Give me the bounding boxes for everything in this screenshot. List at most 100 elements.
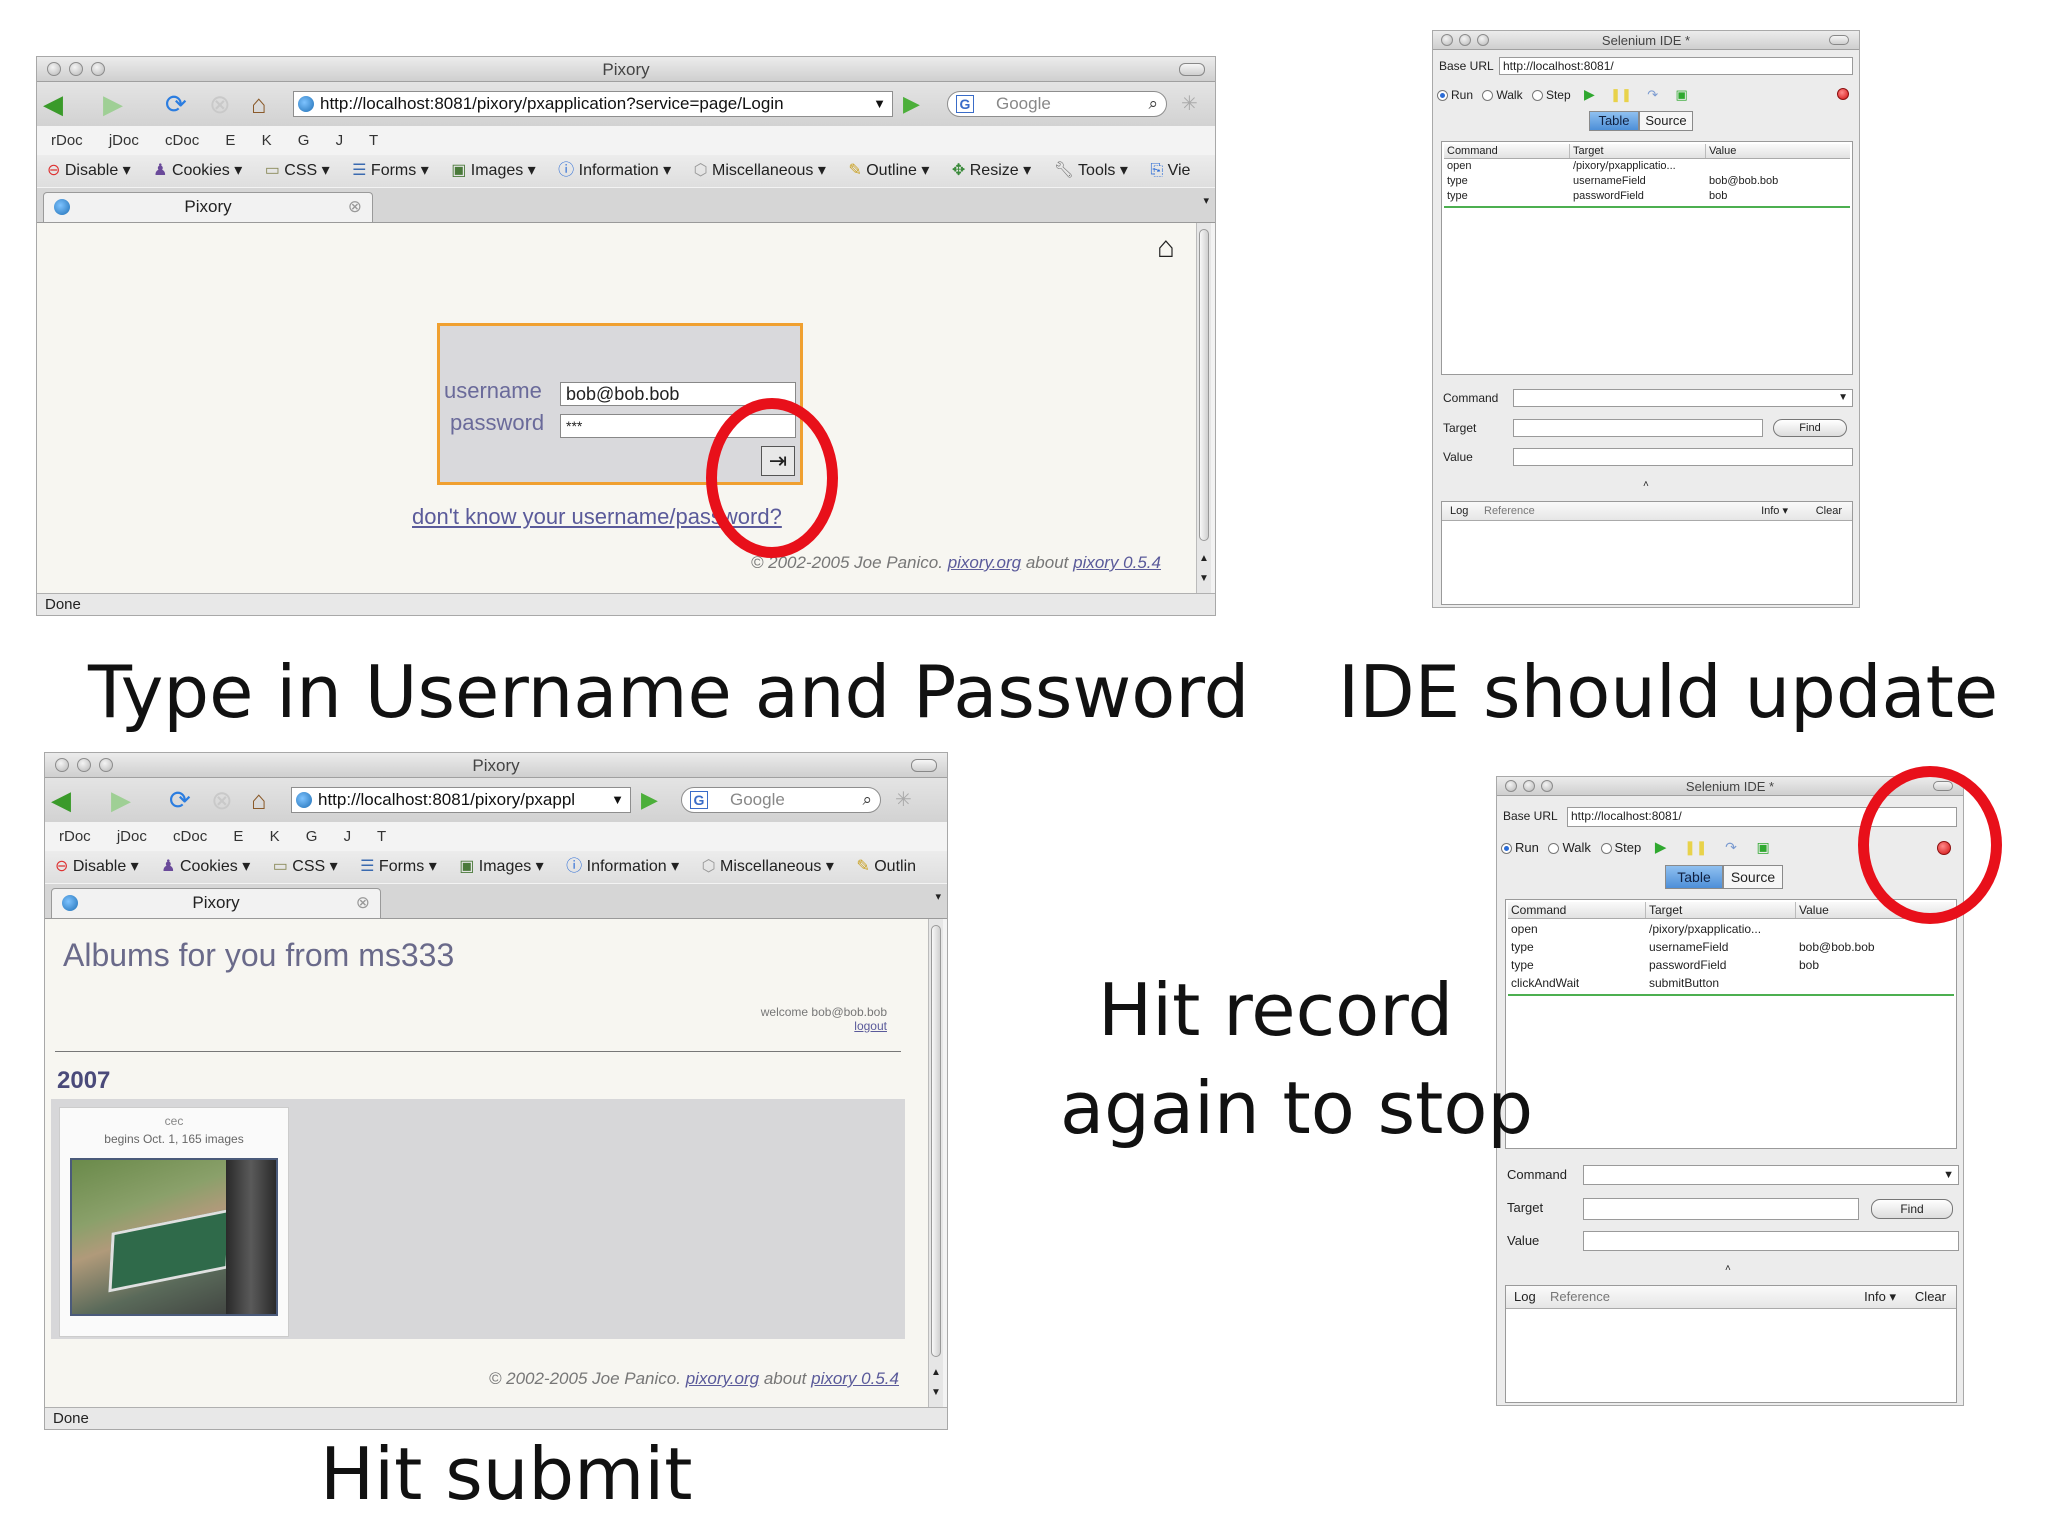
bookmark-g[interactable]: G — [306, 828, 318, 845]
wd-tools-menu[interactable]: 🔧︎ Tools ▾ — [1054, 162, 1128, 179]
google-engine-icon[interactable]: G — [956, 95, 974, 113]
scroll-down-icon[interactable]: ▼ — [931, 1387, 941, 1398]
command-dropdown-icon[interactable]: ▼ — [1943, 1167, 1954, 1183]
wd-resize-menu[interactable]: ✥ Resize ▾ — [952, 162, 1031, 179]
toolbar-toggle-icon[interactable] — [1179, 63, 1205, 76]
search-field[interactable]: G Google ⌕ — [947, 91, 1167, 117]
step-radio[interactable]: Step — [1531, 88, 1571, 102]
pause-icon[interactable]: ❚❚ — [1610, 87, 1632, 102]
go-icon[interactable]: ▶ — [641, 786, 658, 814]
command-row[interactable]: clickAndWait submitButton — [1508, 974, 1954, 992]
wd-cookies-menu[interactable]: ♟ Cookies ▾ — [161, 858, 250, 875]
forward-icon[interactable]: ▶ — [103, 90, 123, 118]
magnifier-icon[interactable]: ⌕ — [1148, 92, 1158, 116]
stop-icon[interactable]: ⊗ — [211, 786, 233, 814]
command-table[interactable]: Command Target Value open /pixory/pxappl… — [1505, 899, 1957, 1149]
scroll-up-icon[interactable]: ▲ — [931, 1367, 941, 1378]
info-menu[interactable]: Info ▾ — [1864, 1286, 1896, 1308]
step-radio[interactable]: Step — [1600, 840, 1641, 855]
wd-forms-menu[interactable]: ☰ Forms ▾ — [360, 858, 437, 875]
bookmark-rdoc[interactable]: rDoc — [51, 132, 83, 149]
home-icon[interactable]: ⌂ — [251, 90, 267, 118]
forward-icon[interactable]: ▶ — [111, 786, 131, 814]
url-field[interactable]: http://localhost:8081/pixory/pxapplicati… — [293, 91, 893, 117]
back-icon[interactable]: ◀ — [51, 786, 71, 814]
bookmark-cdoc[interactable]: cDoc — [173, 828, 207, 845]
step-into-icon[interactable]: ↷ — [1725, 839, 1737, 855]
bookmark-k[interactable]: K — [262, 132, 272, 149]
target-input[interactable] — [1583, 1198, 1859, 1220]
bookmark-jdoc[interactable]: jDoc — [109, 132, 139, 149]
log-tab[interactable]: Log — [1514, 1286, 1536, 1308]
tab-table[interactable]: Table — [1665, 865, 1723, 889]
wd-css-menu[interactable]: ▭ CSS ▾ — [273, 858, 338, 875]
tab-list-icon[interactable]: ▾ — [1203, 194, 1209, 207]
bookmark-e[interactable]: E — [233, 828, 243, 845]
wd-images-menu[interactable]: ▣ Images ▾ — [459, 858, 544, 875]
command-row[interactable]: type passwordField bob — [1508, 956, 1954, 974]
value-input[interactable] — [1583, 1231, 1959, 1251]
magnifier-icon[interactable]: ⌕ — [862, 788, 872, 812]
vertical-scrollbar[interactable]: ▲ ▼ — [928, 919, 943, 1407]
bookmark-k[interactable]: K — [270, 828, 280, 845]
log-tab[interactable]: Log — [1450, 502, 1468, 520]
command-row[interactable]: type passwordField bob — [1444, 189, 1850, 204]
album-card[interactable]: cec begins Oct. 1, 165 images — [59, 1107, 289, 1337]
find-button[interactable]: Find — [1871, 1199, 1953, 1219]
bookmark-rdoc[interactable]: rDoc — [59, 828, 91, 845]
bookmark-g[interactable]: G — [298, 132, 310, 149]
toolbar-toggle-icon[interactable] — [1829, 35, 1849, 45]
record-button[interactable] — [1837, 88, 1849, 100]
play-suite-icon[interactable]: ▣ — [1675, 87, 1687, 102]
clear-button[interactable]: Clear — [1816, 502, 1842, 520]
command-row[interactable]: open /pixory/pxapplicatio... — [1444, 159, 1850, 174]
tab-close-icon[interactable]: ⊗ — [348, 193, 362, 221]
bookmark-cdoc[interactable]: cDoc — [165, 132, 199, 149]
walk-radio[interactable]: Walk — [1482, 88, 1523, 102]
tab-source[interactable]: Source — [1723, 865, 1783, 889]
wd-css-menu[interactable]: ▭ CSS ▾ — [265, 162, 330, 179]
target-input[interactable] — [1513, 419, 1763, 437]
info-menu[interactable]: Info ▾ — [1761, 502, 1788, 520]
album-thumbnail[interactable] — [70, 1158, 278, 1316]
command-row[interactable]: type usernameField bob@bob.bob — [1444, 174, 1850, 189]
wd-miscellaneous-menu[interactable]: ⬡ Miscellaneous ▾ — [694, 162, 826, 179]
bookmark-t[interactable]: T — [369, 132, 378, 149]
bookmark-j[interactable]: J — [344, 828, 352, 845]
tab-pixory[interactable]: Pixory ⊗ — [51, 888, 381, 918]
tab-pixory[interactable]: Pixory ⊗ — [43, 192, 373, 222]
wd-information-menu[interactable]: ⓘ Information ▾ — [566, 858, 679, 875]
reload-icon[interactable]: ⟳ — [165, 90, 187, 118]
scrollbar-thumb[interactable] — [1199, 229, 1209, 541]
url-dropdown-icon[interactable]: ▼ — [611, 788, 624, 812]
bookmark-e[interactable]: E — [225, 132, 235, 149]
find-button[interactable]: Find — [1773, 419, 1847, 437]
base-url-input[interactable]: http://localhost:8081/ — [1499, 57, 1853, 75]
wd-miscellaneous-menu[interactable]: ⬡ Miscellaneous ▾ — [702, 858, 834, 875]
tab-source[interactable]: Source — [1639, 111, 1693, 131]
bookmark-j[interactable]: J — [336, 132, 344, 149]
footer-pixory-version-link[interactable]: pixory 0.5.4 — [811, 1369, 899, 1388]
footer-pixory-org-link[interactable]: pixory.org — [686, 1369, 759, 1388]
command-row[interactable]: open /pixory/pxapplicatio... — [1508, 920, 1954, 938]
wd-disable-menu[interactable]: ⊖ Disable ▾ — [47, 162, 131, 179]
wd-view-source-menu[interactable]: ⎘ Vie — [1150, 162, 1190, 179]
run-radio[interactable]: Run — [1437, 88, 1473, 102]
go-icon[interactable]: ▶ — [903, 90, 920, 118]
command-table[interactable]: Command Target Value open /pixory/pxappl… — [1441, 141, 1853, 375]
step-into-icon[interactable]: ↷ — [1647, 87, 1658, 102]
wd-outline-menu[interactable]: ✎ Outlin — [856, 858, 916, 875]
logout-link[interactable]: logout — [854, 1019, 887, 1033]
bookmark-jdoc[interactable]: jDoc — [117, 828, 147, 845]
scroll-down-icon[interactable]: ▼ — [1199, 573, 1209, 584]
clear-button[interactable]: Clear — [1915, 1286, 1946, 1308]
play-suite-icon[interactable]: ▣ — [1757, 839, 1770, 855]
tab-table[interactable]: Table — [1589, 111, 1639, 131]
search-field[interactable]: G Google ⌕ — [681, 787, 881, 813]
tab-list-icon[interactable]: ▾ — [935, 890, 941, 903]
command-select[interactable]: ▼ — [1583, 1165, 1959, 1185]
url-dropdown-icon[interactable]: ▼ — [873, 92, 886, 116]
walk-radio[interactable]: Walk — [1548, 840, 1591, 855]
scrollbar-thumb[interactable] — [931, 925, 941, 1357]
splitter-handle-icon[interactable]: ˄ — [1643, 479, 1649, 490]
